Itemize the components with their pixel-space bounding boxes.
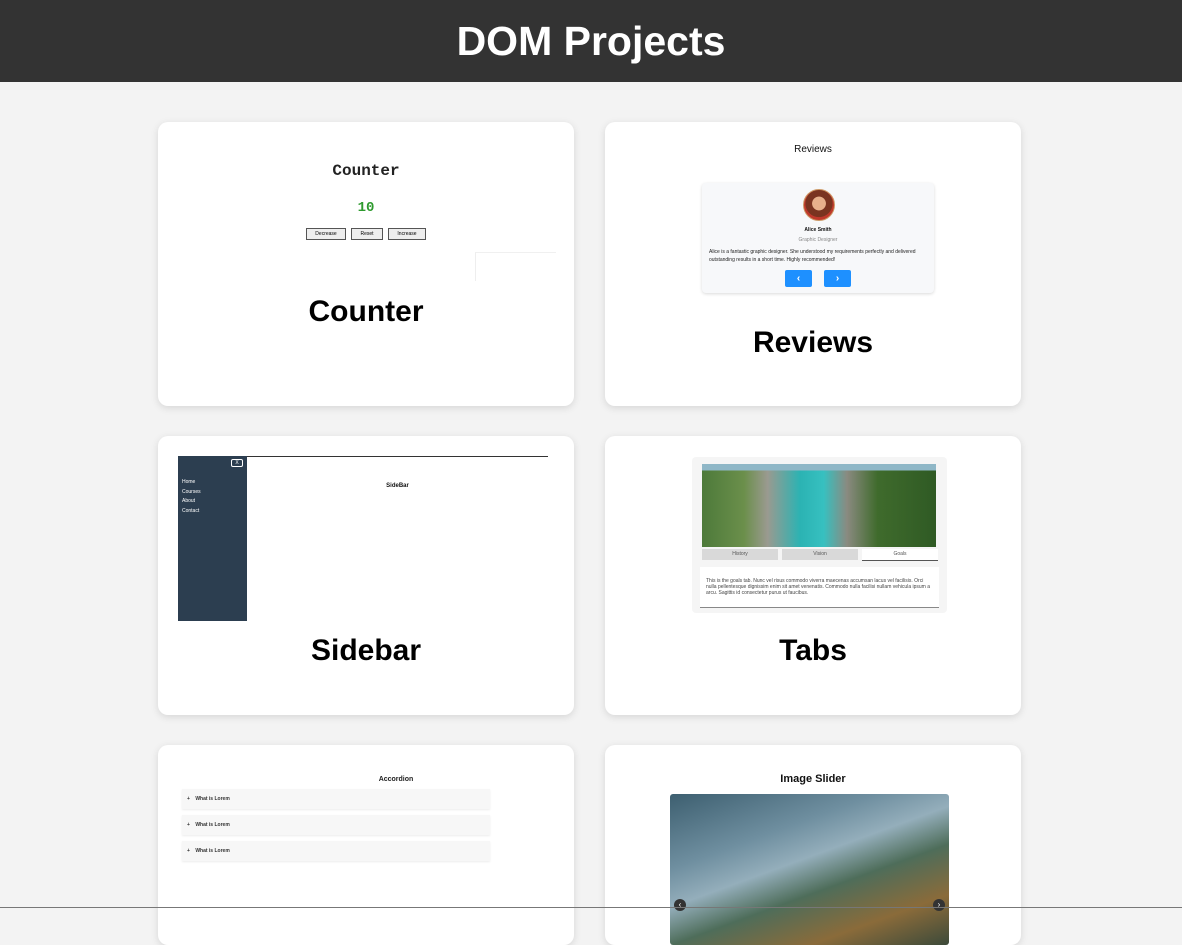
card-title: Reviews [752, 326, 874, 359]
reset-button[interactable]: Reset [351, 228, 383, 240]
tabs-preview: History Vision Goals This is the goals t… [692, 457, 947, 613]
plus-icon: + [187, 848, 190, 854]
slider-image: ‹ › [670, 794, 949, 945]
review-box: Alice Smith Graphic Designer Alice is a … [702, 183, 934, 293]
accordion-item[interactable]: + What is Lorem [182, 789, 490, 809]
divider [247, 456, 548, 457]
slider-prev-button[interactable]: ‹ [674, 899, 686, 911]
slider-preview-heading: Image Slider [780, 773, 846, 785]
accordion-item-label: What is Lorem [195, 848, 230, 854]
tab-goals[interactable]: Goals [862, 549, 938, 561]
decrease-button[interactable]: Decrease [306, 228, 346, 240]
card-title: Tabs [779, 634, 847, 667]
counter-preview-buttons: Decrease Reset Increase [158, 228, 574, 240]
sidebar-link-about[interactable]: About [182, 498, 195, 504]
accordion-item-label: What is Lorem [195, 822, 230, 828]
reviewer-name: Alice Smith [804, 227, 832, 233]
accordion-item-label: What is Lorem [195, 796, 230, 802]
counter-preview-value: 10 [357, 200, 375, 216]
page-header: DOM Projects [0, 0, 1182, 82]
card-title: Sidebar [310, 634, 422, 667]
bridge-image [702, 464, 936, 547]
project-card-counter[interactable]: Counter 10 Decrease Reset Increase Count… [158, 122, 574, 406]
increase-button[interactable]: Increase [388, 228, 426, 240]
card-title: Counter [308, 295, 424, 328]
project-card-accordion[interactable]: Accordion + What is Lorem + What is Lore… [158, 745, 574, 945]
next-review-button[interactable]: › [824, 270, 851, 287]
sidebar-link-contact[interactable]: Contact [182, 508, 199, 514]
review-text: Alice is a fantastic graphic designer. S… [709, 249, 916, 263]
tab-content: This is the goals tab. Nunc vel risus co… [700, 567, 939, 608]
chevron-left-icon: ‹ [796, 273, 801, 284]
project-card-image-slider[interactable]: Image Slider ‹ › [605, 745, 1021, 945]
sidebar-link-courses[interactable]: Courses [182, 489, 201, 495]
project-card-sidebar[interactable]: X Home Courses About Contact SideBar Sid… [158, 436, 574, 715]
preview-fragment [475, 252, 556, 281]
tab-vision[interactable]: Vision [782, 549, 858, 560]
project-card-reviews[interactable]: Reviews Alice Smith Graphic Designer Ali… [605, 122, 1021, 406]
counter-preview-heading: Counter [332, 162, 400, 180]
accordion-item[interactable]: + What is Lorem [182, 841, 490, 861]
accordion-preview-heading: Accordion [378, 776, 414, 783]
plus-icon: + [187, 822, 190, 828]
prev-review-button[interactable]: ‹ [785, 270, 812, 287]
reviewer-job: Graphic Designer [798, 237, 838, 243]
sidebar-preview-heading: SideBar [386, 483, 409, 489]
chevron-right-icon: › [835, 273, 840, 284]
sidebar-link-home[interactable]: Home [182, 479, 195, 485]
close-icon[interactable]: X [231, 459, 243, 467]
tab-content-text: This is the goals tab. Nunc vel risus co… [706, 578, 930, 596]
accordion-item[interactable]: + What is Lorem [182, 815, 490, 835]
plus-icon: + [187, 796, 190, 802]
avatar [803, 189, 835, 221]
project-card-tabs[interactable]: History Vision Goals This is the goals t… [605, 436, 1021, 715]
reviews-preview-heading: Reviews [794, 144, 832, 155]
sidebar-panel: X Home Courses About Contact [178, 456, 247, 621]
page-title: DOM Projects [456, 17, 726, 64]
tab-history[interactable]: History [702, 549, 778, 560]
slider-next-button[interactable]: › [933, 899, 945, 911]
